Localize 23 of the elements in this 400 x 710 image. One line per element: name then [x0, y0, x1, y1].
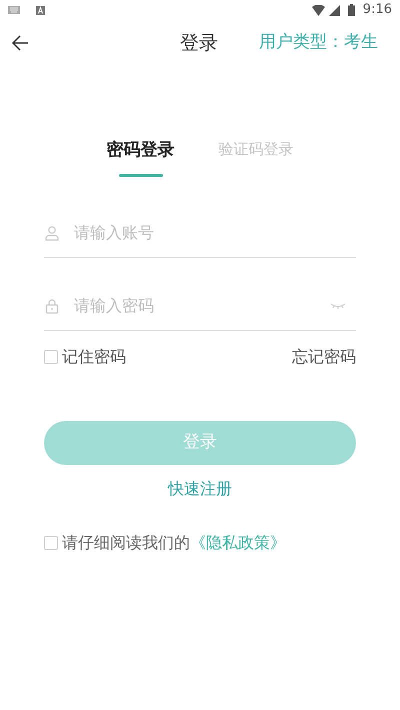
checkbox[interactable] [44, 350, 58, 364]
lock-icon [44, 298, 60, 314]
back-button[interactable] [10, 33, 30, 53]
wifi-icon [312, 4, 325, 16]
checkbox[interactable] [44, 536, 58, 550]
register-link[interactable]: 快速注册 [168, 476, 232, 500]
privacy-notice: 请仔细阅读我们的《隐私政策》 [62, 532, 286, 554]
user-type-button[interactable]: 用户类型：考生 [259, 30, 378, 56]
privacy-policy-link[interactable]: 《隐私政策》 [190, 532, 286, 552]
status-time: 9:16 [362, 1, 392, 20]
input-field[interactable]: 请输入密码 [74, 294, 316, 318]
login-tab[interactable]: 密码登录 [106, 138, 174, 176]
page-title: 登录 [180, 30, 218, 56]
battery-icon [348, 4, 355, 16]
login-tab[interactable]: 验证码登录 [218, 138, 294, 176]
eye-closed-icon[interactable] [330, 302, 346, 310]
forgot-password-link[interactable]: 忘记密码 [292, 344, 356, 368]
signal-icon [328, 4, 340, 16]
keyboard-icon [8, 6, 20, 14]
user-icon [44, 224, 60, 240]
remember-label: 记住密码 [62, 346, 126, 368]
notification-icon [36, 6, 45, 14]
input-field[interactable]: 请输入账号 [74, 220, 356, 244]
